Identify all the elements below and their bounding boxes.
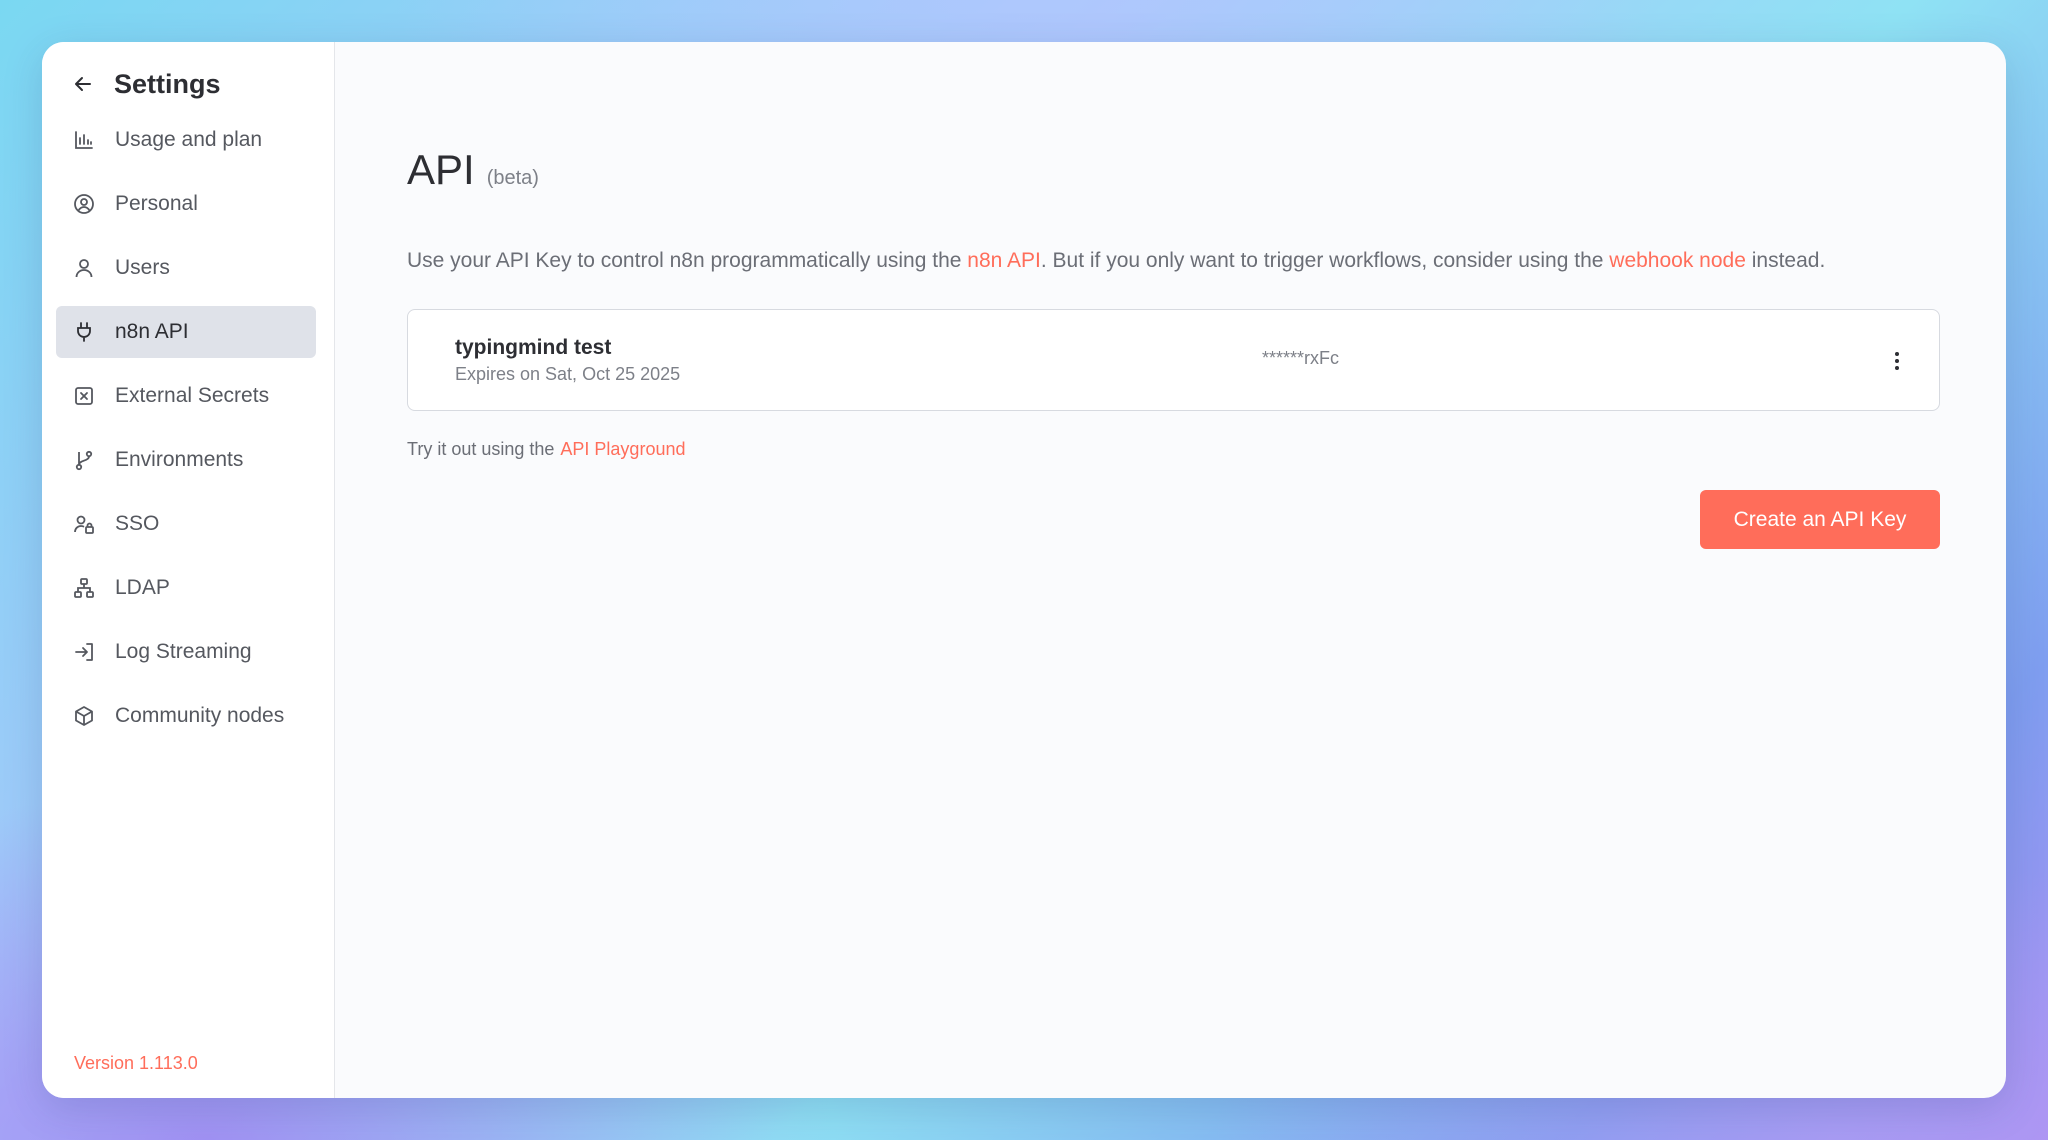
user-lock-icon (72, 512, 96, 536)
settings-nav: Usage and plan Personal Users n8n API Ex… (42, 114, 334, 742)
api-playground-link[interactable]: API Playground (560, 439, 685, 459)
page-subtitle: (beta) (486, 167, 539, 189)
plug-icon (72, 320, 96, 344)
sidebar-item-label: Log Streaming (115, 640, 252, 663)
create-api-key-button[interactable]: Create an API Key (1700, 490, 1940, 550)
main-content: API (beta) Use your API Key to control n… (335, 42, 2006, 1098)
tryout-text: Try it out using the (407, 439, 555, 460)
description-text-3: instead. (1745, 249, 1826, 272)
sidebar-item-label: n8n API (115, 320, 189, 343)
api-key-expiry: Expires on Sat, Oct 25 2025 (455, 364, 681, 385)
git-branch-icon (72, 448, 96, 472)
sidebar-item-label: LDAP (115, 576, 170, 599)
n8n-api-link[interactable]: n8n API (967, 249, 1041, 272)
sidebar-item-users[interactable]: Users (56, 242, 316, 294)
page-title: API (407, 146, 475, 193)
sidebar-item-label: Personal (115, 192, 198, 215)
sidebar-item-environments[interactable]: Environments (56, 434, 316, 486)
actions-bar: Create an API Key (407, 490, 1940, 550)
sidebar-item-community-nodes[interactable]: Community nodes (56, 690, 316, 742)
api-playground-hint: Try it out using the API Playground (407, 439, 1940, 460)
sidebar-item-usage-and-plan[interactable]: Usage and plan (56, 114, 316, 166)
user-circle-icon (72, 192, 96, 216)
webhook-node-link[interactable]: webhook node (1609, 249, 1746, 272)
description-text-1: Use your API Key to control n8n programm… (407, 249, 968, 272)
sidebar-item-label: External Secrets (115, 384, 270, 407)
api-description: Use your API Key to control n8n programm… (407, 246, 1940, 275)
cube-icon (72, 704, 96, 728)
sidebar-item-log-streaming[interactable]: Log Streaming (56, 626, 316, 678)
sidebar-item-label: Community nodes (115, 704, 285, 727)
api-key-name: typingmind test (455, 336, 612, 360)
sign-in-icon (72, 640, 96, 664)
page-heading: API (beta) (407, 146, 1940, 194)
sidebar-item-label: Usage and plan (115, 128, 263, 151)
sidebar-item-label: SSO (115, 512, 160, 535)
user-icon (72, 256, 96, 280)
api-key-card: typingmind test Expires on Sat, Oct 25 2… (407, 309, 1940, 412)
sidebar-item-label: Users (115, 256, 170, 279)
vault-icon (72, 384, 96, 408)
bar-chart-icon (72, 128, 96, 152)
sidebar-title: Settings (114, 68, 221, 99)
network-icon (72, 576, 96, 600)
more-options-icon[interactable] (1885, 346, 1909, 376)
description-text-2: . But if you only want to trigger workfl… (1040, 249, 1610, 272)
version-label[interactable]: Version 1.113.0 (74, 1053, 198, 1074)
api-key-masked-value: ******rxFc (1262, 348, 1340, 369)
sidebar-item-label: Environments (115, 448, 244, 471)
settings-window: Settings Usage and plan Personal Users n… (42, 42, 2006, 1098)
sidebar-item-personal[interactable]: Personal (56, 178, 316, 230)
sidebar-item-sso[interactable]: SSO (56, 498, 316, 550)
sidebar-item-ldap[interactable]: LDAP (56, 562, 316, 614)
sidebar-item-n8n-api[interactable]: n8n API (56, 306, 316, 358)
sidebar-header: Settings (42, 64, 334, 104)
settings-sidebar: Settings Usage and plan Personal Users n… (42, 42, 335, 1098)
sidebar-item-external-secrets[interactable]: External Secrets (56, 370, 316, 422)
back-arrow-icon[interactable] (72, 73, 94, 95)
